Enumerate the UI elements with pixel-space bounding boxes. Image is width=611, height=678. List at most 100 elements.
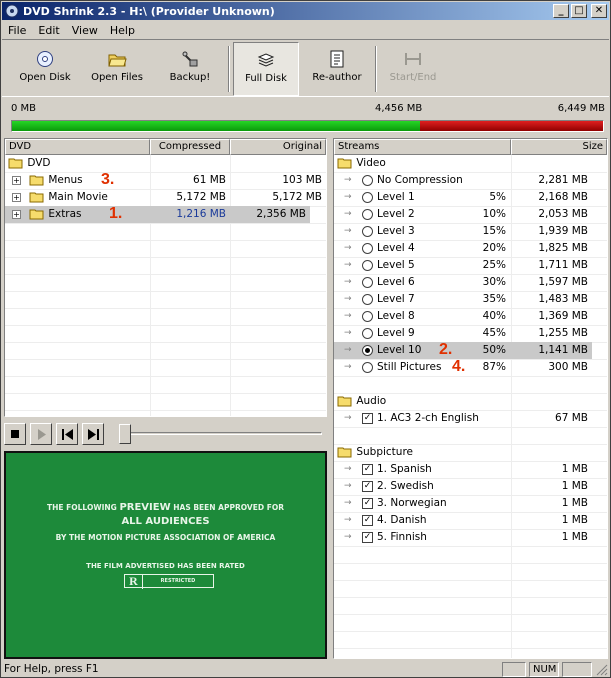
compression-radio[interactable] (362, 345, 373, 356)
tree-branch-icon: → (344, 209, 352, 219)
app-window: DVD Shrink 2.3 - H:\ (Provider Unknown) … (0, 0, 611, 678)
title-bar[interactable]: DVD Shrink 2.3 - H:\ (Provider Unknown) … (2, 2, 609, 20)
grid-line (5, 376, 326, 377)
streams-column-header[interactable]: Streams (334, 139, 511, 155)
close-button[interactable]: ✕ (591, 4, 607, 18)
menu-help[interactable]: Help (104, 24, 141, 37)
stream-checkbox[interactable]: ✓ (362, 413, 373, 424)
original-column-header[interactable]: Original (230, 139, 326, 155)
dvd-tree-panel: DVD Compressed Original DVD + Menus 3. 6… (4, 138, 327, 417)
compressed-column-header[interactable]: Compressed (150, 139, 230, 155)
compressed-value: 61 MB (193, 174, 226, 186)
dvd-root-item[interactable]: DVD (8, 155, 51, 172)
video-level-row[interactable]: → Level 6 30% 1,597 MB (334, 274, 592, 291)
video-level-row[interactable]: → Level 5 25% 1,711 MB (334, 257, 592, 274)
video-level-row[interactable]: → Level 1 5% 2,168 MB (334, 189, 592, 206)
window-title: DVD Shrink 2.3 - H:\ (Provider Unknown) (23, 4, 275, 18)
video-level-row[interactable]: → Level 3 15% 1,939 MB (334, 223, 592, 240)
compression-radio[interactable] (362, 294, 373, 305)
subpicture-stream-row[interactable]: → ✓ 5. Finnish 1 MB (334, 529, 607, 546)
stream-label: 5. Finnish (377, 531, 427, 543)
size-column-header[interactable]: Size (511, 139, 607, 155)
dvd-item-extras[interactable]: + Extras 1. 1,216 MB 2,356 MB (5, 205, 310, 223)
open-files-label: Open Files (91, 72, 143, 83)
compression-radio[interactable] (362, 209, 373, 220)
previous-button[interactable] (56, 423, 78, 445)
stop-button[interactable] (4, 423, 26, 445)
open-files-button[interactable]: Open Files (84, 42, 150, 96)
seek-track[interactable] (124, 432, 322, 435)
skip-back-icon (62, 429, 73, 440)
video-level-row[interactable]: → Level 10 2. 50% 1,141 MB (334, 341, 592, 359)
video-level-label: Level 9 (377, 327, 415, 339)
compression-radio[interactable] (362, 277, 373, 288)
re-author-button[interactable]: Re-author (304, 42, 370, 96)
grid-line (5, 240, 326, 241)
menu-view[interactable]: View (66, 24, 104, 37)
preview-line-3: BY THE MOTION PICTURE ASSOCIATION OF AME… (55, 533, 276, 542)
bar-max-label: 6,449 MB (557, 103, 605, 114)
stream-checkbox[interactable]: ✓ (362, 498, 373, 509)
start-end-button[interactable]: Start/End (380, 42, 446, 96)
video-group[interactable]: Video (337, 155, 386, 172)
compression-radio[interactable] (362, 311, 373, 322)
menu-edit[interactable]: Edit (32, 24, 65, 37)
expand-icon[interactable]: + (12, 176, 21, 185)
compression-percent: 20% (482, 242, 506, 254)
tree-branch-icon: → (344, 192, 352, 202)
video-level-row[interactable]: → Level 9 45% 1,255 MB (334, 325, 592, 342)
stream-checkbox[interactable]: ✓ (362, 515, 373, 526)
menu-file[interactable]: File (2, 24, 32, 37)
compression-radio[interactable] (362, 362, 373, 373)
compression-radio[interactable] (362, 260, 373, 271)
dvd-column-header[interactable]: DVD (5, 139, 150, 155)
grid-line (5, 393, 326, 394)
subpicture-stream-row[interactable]: → ✓ 4. Danish 1 MB (334, 512, 607, 529)
stream-checkbox[interactable]: ✓ (362, 532, 373, 543)
grid-line (5, 308, 326, 309)
tree-branch-icon: → (344, 260, 352, 270)
video-level-row[interactable]: → Level 2 10% 2,053 MB (334, 206, 592, 223)
compression-radio[interactable] (362, 226, 373, 237)
skip-forward-icon (88, 429, 99, 440)
audio-stream-row[interactable]: → ✓ 1. AC3 2-ch English 67 MB (334, 410, 607, 427)
stream-label: 4. Danish (377, 514, 427, 526)
dvd-item-main-movie[interactable]: + Main Movie 5,172 MB 5,172 MB (5, 189, 326, 206)
compression-radio[interactable] (362, 328, 373, 339)
subpicture-group[interactable]: Subpicture (337, 444, 413, 461)
full-disk-button[interactable]: Full Disk (233, 42, 299, 96)
rating-letter: R (125, 573, 143, 589)
dvd-item-menus[interactable]: + Menus 3. 61 MB 103 MB (5, 171, 326, 189)
video-level-row[interactable]: → No Compression 2,281 MB (334, 172, 592, 189)
compression-radio[interactable] (362, 192, 373, 203)
compression-radio[interactable] (362, 175, 373, 186)
video-level-row[interactable]: → Level 4 20% 1,825 MB (334, 240, 592, 257)
subpicture-stream-row[interactable]: → ✓ 1. Spanish 1 MB (334, 461, 607, 478)
subpicture-stream-row[interactable]: → ✓ 2. Swedish 1 MB (334, 478, 607, 495)
video-level-row[interactable]: → Still Pictures 4. 87% 300 MB (334, 358, 592, 376)
stream-checkbox[interactable]: ✓ (362, 464, 373, 475)
player-controls (4, 423, 326, 447)
stream-size: 2,053 MB (538, 208, 588, 220)
video-level-row[interactable]: → Level 7 35% 1,483 MB (334, 291, 592, 308)
open-disk-button[interactable]: Open Disk (12, 42, 78, 96)
tree-branch-icon: → (344, 226, 352, 236)
subpicture-stream-row[interactable]: → ✓ 3. Norwegian 1 MB (334, 495, 607, 512)
play-button[interactable] (30, 423, 52, 445)
video-level-row[interactable]: → Level 8 40% 1,369 MB (334, 308, 592, 325)
compression-percent: 25% (482, 259, 506, 271)
compression-radio[interactable] (362, 243, 373, 254)
audio-group[interactable]: Audio (337, 393, 386, 410)
expand-icon[interactable]: + (12, 210, 21, 219)
status-bar: For Help, press F1 NUM (2, 660, 609, 678)
maximize-button[interactable]: □ (571, 4, 587, 18)
resize-grip-icon[interactable] (596, 664, 608, 676)
next-button[interactable] (82, 423, 104, 445)
expand-icon[interactable]: + (12, 193, 21, 202)
backup-button[interactable]: Backup! (157, 42, 223, 96)
video-level-label: Level 1 (377, 191, 415, 203)
stream-label: 1. Spanish (377, 463, 432, 475)
seek-slider-thumb[interactable] (119, 424, 131, 444)
minimize-button[interactable]: _ (553, 4, 569, 18)
stream-checkbox[interactable]: ✓ (362, 481, 373, 492)
